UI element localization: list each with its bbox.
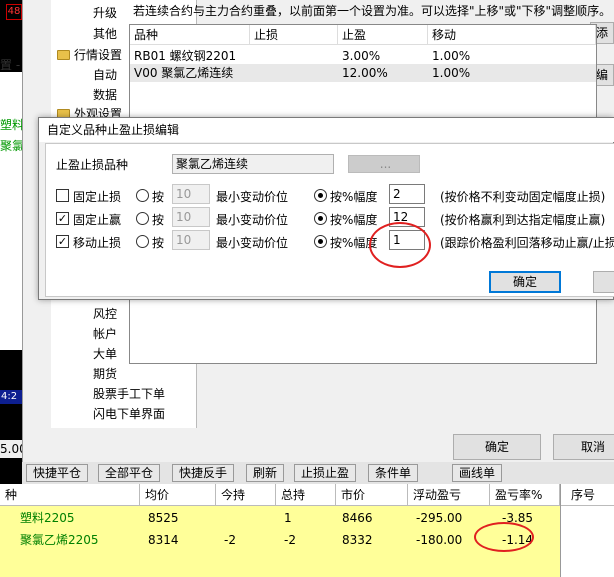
- conditional-order-button[interactable]: 条件单: [368, 464, 419, 482]
- quick-reverse-button[interactable]: 快捷反手: [172, 464, 235, 482]
- radio-label: 按: [152, 190, 165, 204]
- ticks-label: 最小变动价位: [216, 213, 289, 227]
- col-header[interactable]: 盈亏率%: [490, 484, 560, 506]
- tree-item[interactable]: 期货: [93, 365, 117, 382]
- tree-item[interactable]: 自动: [93, 66, 117, 83]
- table-cell[interactable]: RB01 螺纹钢2201: [130, 47, 236, 65]
- col-header[interactable]: 序号: [561, 484, 614, 506]
- position-cell[interactable]: 1: [280, 507, 292, 529]
- ticks-label: 最小变动价位: [216, 236, 289, 250]
- by-ticks-radio[interactable]: [136, 235, 149, 248]
- col-header[interactable]: 品种: [130, 25, 250, 45]
- table-cell[interactable]: 3.00%: [338, 47, 380, 65]
- radio-label: 按%幅度: [330, 213, 378, 227]
- ticks-label: 最小变动价位: [216, 190, 289, 204]
- settings-ok-button[interactable]: 确定: [453, 434, 541, 460]
- ticks-input[interactable]: 10: [172, 207, 210, 227]
- folder-icon: [57, 50, 70, 60]
- by-ticks-radio[interactable]: [136, 189, 149, 202]
- product-name-field[interactable]: 聚氯乙烯连续: [172, 154, 334, 174]
- row-note: (按价格不利变动固定幅度止损): [440, 190, 606, 204]
- position-cell[interactable]: -2: [280, 529, 296, 551]
- position-cell[interactable]: -295.00: [412, 507, 462, 529]
- position-cell[interactable]: 聚氯乙烯2205: [16, 529, 99, 551]
- fixed-take-profit-checkbox[interactable]: ✓: [56, 212, 69, 225]
- by-percent-radio[interactable]: [314, 235, 327, 248]
- tree-item[interactable]: 风控: [93, 305, 117, 322]
- tree-item-label: 行情设置: [74, 48, 123, 62]
- fixed-stop-loss-checkbox[interactable]: [56, 189, 69, 202]
- col-header[interactable]: 今持: [216, 484, 276, 506]
- row-note: (跟踪价格盈利回落移动止赢/止损): [440, 236, 614, 250]
- price-badge: 48: [6, 4, 22, 20]
- position-cell[interactable]: 8332: [338, 529, 373, 551]
- col-header[interactable]: 浮动盈亏: [408, 484, 490, 506]
- overlap-hint: 若连续合约与主力合约重叠，以前面第一个设置为准。可以选择"上移"或"下移"调整顺…: [133, 4, 612, 18]
- ticks-input[interactable]: 10: [172, 230, 210, 250]
- side-label-plastic: 塑料: [0, 118, 25, 132]
- position-cell[interactable]: 8314: [144, 529, 179, 551]
- radio-label: 按: [152, 213, 165, 227]
- product-label: 止盈止损品种: [56, 158, 129, 172]
- line-order-button[interactable]: 画线单: [452, 464, 503, 482]
- table-cell[interactable]: 12.00%: [338, 64, 388, 82]
- col-header[interactable]: 均价: [140, 484, 216, 506]
- close-all-button[interactable]: 全部平仓: [98, 464, 161, 482]
- table-cell[interactable]: V00 聚氯乙烯连续: [130, 64, 233, 82]
- row-note: (按价格赢利到达指定幅度止赢): [440, 213, 606, 227]
- position-cell[interactable]: -180.00: [412, 529, 462, 551]
- by-percent-radio[interactable]: [314, 189, 327, 202]
- col-header[interactable]: 种: [0, 484, 140, 506]
- quick-close-button[interactable]: 快捷平仓: [26, 464, 89, 482]
- position-cell[interactable]: [220, 507, 224, 529]
- side-label-settings: 置 -: [0, 58, 21, 72]
- right-panel: 序号: [560, 484, 614, 577]
- ticks-input[interactable]: 10: [172, 184, 210, 204]
- table-cell[interactable]: [250, 64, 254, 82]
- refresh-button[interactable]: 刷新: [246, 464, 285, 482]
- table-cell[interactable]: [250, 47, 254, 65]
- stop-profit-button[interactable]: 止损止盈: [294, 464, 357, 482]
- table-cell[interactable]: 1.00%: [428, 47, 470, 65]
- tree-item[interactable]: 其他: [93, 25, 117, 42]
- position-cell[interactable]: 8466: [338, 507, 373, 529]
- tree-item[interactable]: 闪电下单界面: [93, 405, 165, 422]
- by-ticks-radio[interactable]: [136, 212, 149, 225]
- settings-cancel-button[interactable]: 取消: [553, 434, 614, 460]
- col-header[interactable]: 止损: [250, 25, 338, 45]
- row-label: 固定止赢: [73, 213, 122, 227]
- percent-input[interactable]: 2: [389, 184, 425, 204]
- trailing-stop-checkbox[interactable]: ✓: [56, 235, 69, 248]
- col-header[interactable]: 移动: [428, 25, 596, 45]
- side-label-pvc: 聚氯: [0, 139, 25, 153]
- row-label: 移动止损: [73, 236, 122, 250]
- tree-item[interactable]: 升级: [93, 4, 117, 21]
- radio-label: 按: [152, 236, 165, 250]
- col-header[interactable]: 总持: [276, 484, 336, 506]
- radio-label: 按%幅度: [330, 190, 378, 204]
- tree-item[interactable]: 股票手工下单: [93, 385, 165, 402]
- dialog-cancel-button[interactable]: [593, 271, 614, 293]
- by-percent-radio[interactable]: [314, 212, 327, 225]
- table-cell[interactable]: 1.00%: [428, 64, 470, 82]
- positions-table: 种 均价 今持 总持 市价 浮动盈亏 盈亏率% 塑料2205 8525 1 84…: [0, 484, 560, 577]
- col-header[interactable]: 市价: [336, 484, 408, 506]
- tree-folder-quote[interactable]: 行情设置: [57, 46, 122, 63]
- tree-item[interactable]: 数据: [93, 86, 117, 103]
- tree-item[interactable]: 帐户: [93, 325, 117, 342]
- highlight-ring: [474, 522, 534, 552]
- row-label: 固定止损: [73, 190, 122, 204]
- position-cell[interactable]: 8525: [144, 507, 179, 529]
- position-cell[interactable]: 塑料2205: [16, 507, 75, 529]
- positions-toolbar: 快捷平仓 全部平仓 快捷反手 刷新 止损止盈 条件单 画线单: [22, 462, 614, 484]
- highlight-ring: [369, 222, 431, 268]
- dialog-title: 自定义品种止盈止损编辑: [39, 118, 614, 142]
- col-header[interactable]: 止盈: [338, 25, 428, 45]
- position-cell[interactable]: -2: [220, 529, 236, 551]
- stop-profit-loss-dialog: 自定义品种止盈止损编辑 止盈止损品种 聚氯乙烯连续 ... 固定止损 按 10 …: [38, 117, 614, 300]
- dialog-ok-button[interactable]: 确定: [489, 271, 561, 293]
- browse-button[interactable]: ...: [348, 155, 420, 173]
- tree-item[interactable]: 大单: [93, 345, 117, 362]
